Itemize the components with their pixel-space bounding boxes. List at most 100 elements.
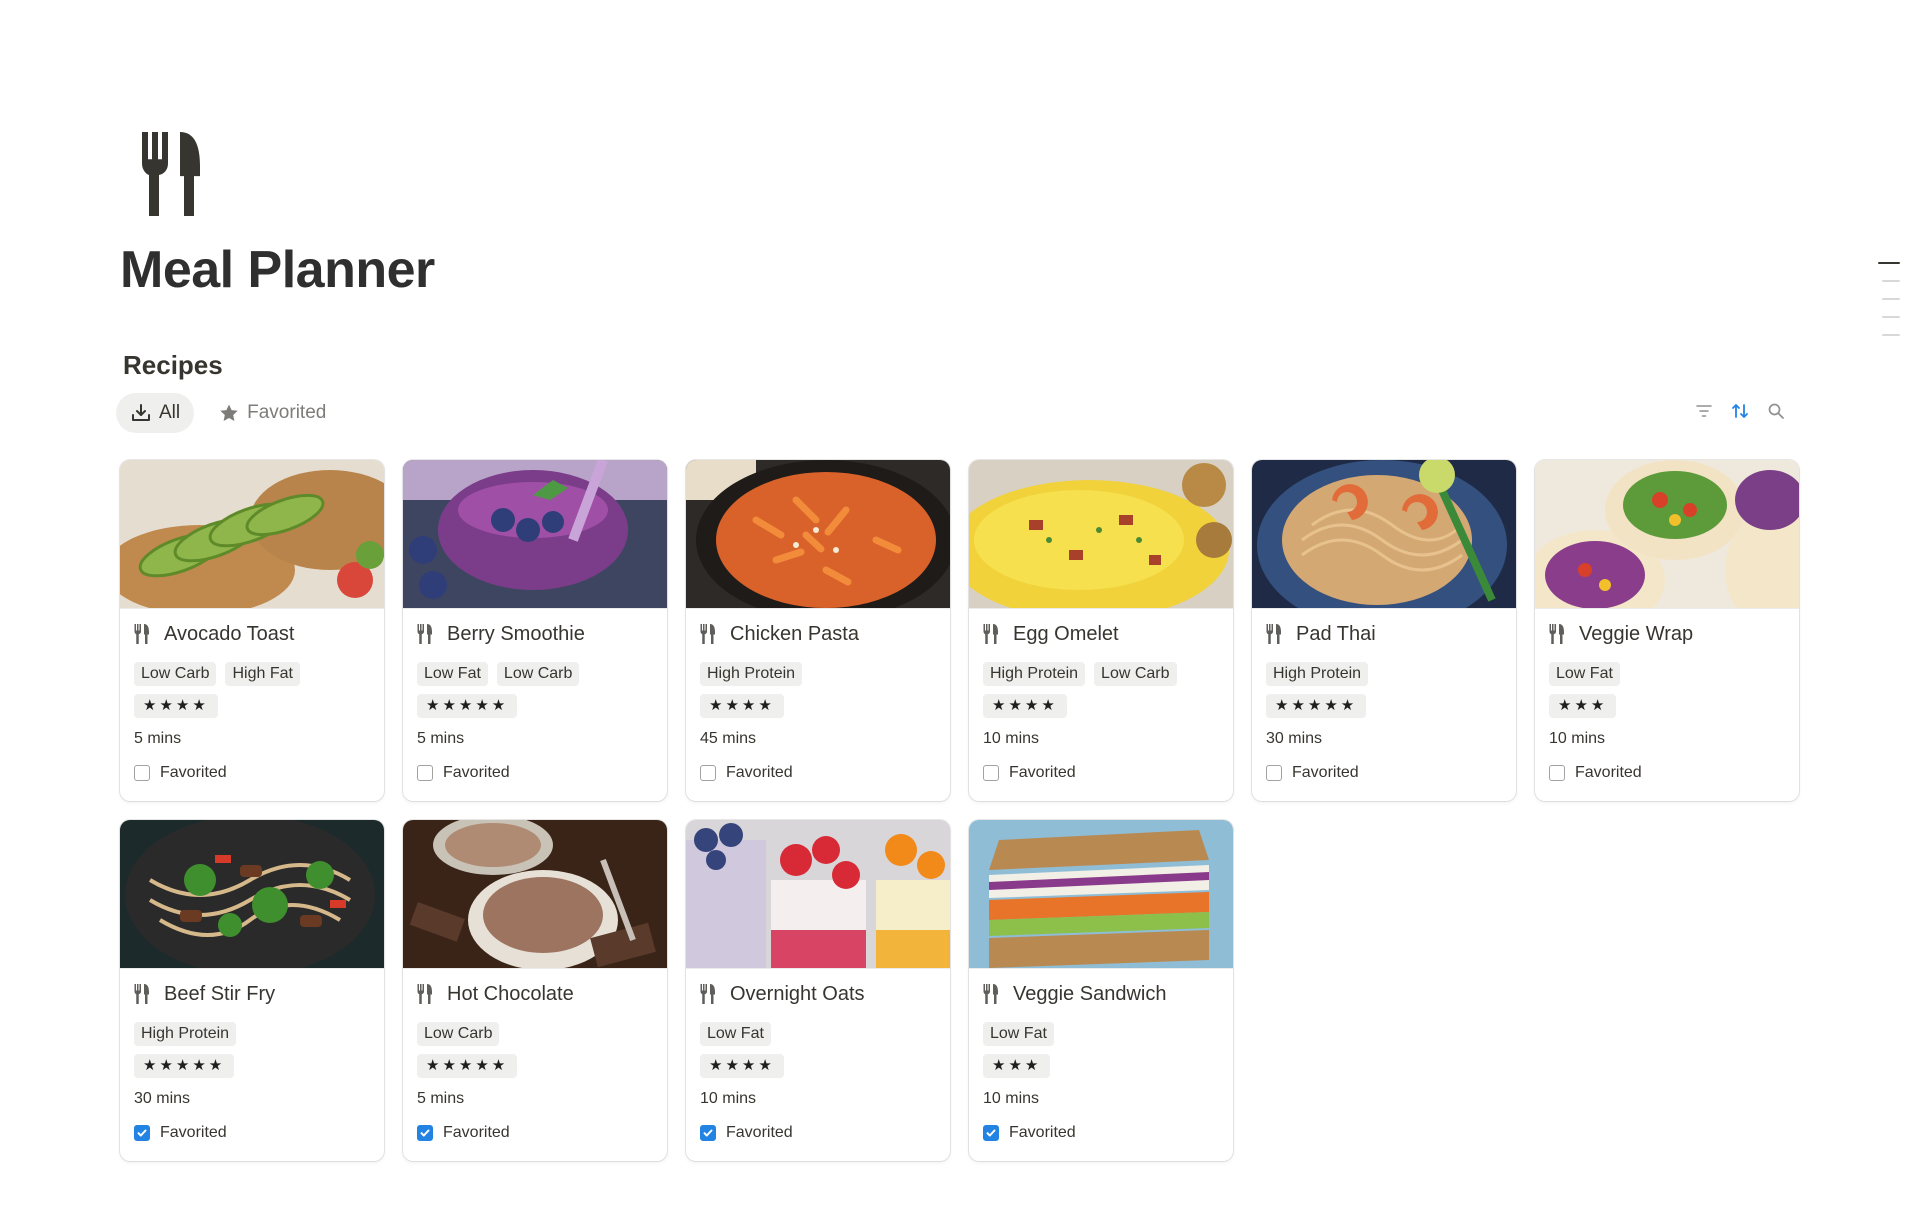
- recipe-card[interactable]: Berry Smoothie Low Fat Low Carb ★★★★★ 5 m…: [403, 460, 667, 801]
- recipe-card[interactable]: Overnight Oats Low Fat ★★★★ 10 mins Favo…: [686, 820, 950, 1161]
- recipe-title[interactable]: Overnight Oats: [700, 969, 936, 1019]
- recipe-cover-image: [403, 820, 667, 969]
- recipe-cover-image: [686, 460, 950, 609]
- favorited-label: Favorited: [726, 1124, 793, 1141]
- diet-tags: High Protein: [700, 659, 936, 689]
- fork-knife-icon: [1266, 624, 1282, 644]
- rating: ★★★★★: [417, 1049, 653, 1083]
- favorited-checkbox[interactable]: [417, 1125, 433, 1141]
- recipe-card[interactable]: Veggie Wrap Low Fat ★★★ 10 mins Favorite…: [1535, 460, 1799, 801]
- favorited-checkbox[interactable]: [700, 1125, 716, 1141]
- fork-knife-icon: [700, 624, 716, 644]
- prep-time: 10 mins: [983, 1090, 1040, 1107]
- favorited-checkbox[interactable]: [134, 1125, 150, 1141]
- tag-pill: Low Fat: [700, 1022, 771, 1046]
- recipe-gallery: Avocado Toast Low Carb High Fat ★★★★ 5 mi…: [120, 460, 1799, 1161]
- rating: ★★★★★: [417, 689, 653, 723]
- diet-tags: Low Carb: [417, 1019, 653, 1049]
- tab-all-label: All: [159, 402, 181, 423]
- rating-stars: ★★★★★: [134, 1054, 235, 1078]
- recipe-title[interactable]: Berry Smoothie: [417, 609, 653, 659]
- favorited-checkbox[interactable]: [700, 765, 716, 781]
- rating: ★★★★: [700, 689, 936, 723]
- recipe-title[interactable]: Veggie Sandwich: [983, 969, 1219, 1019]
- recipe-name: Veggie Sandwich: [1013, 982, 1167, 1005]
- table-of-contents-outline[interactable]: [1878, 262, 1902, 352]
- fork-knife-icon: [134, 624, 150, 644]
- prep-time: 5 mins: [417, 730, 465, 747]
- page-title: Meal Planner: [120, 241, 435, 299]
- rating: ★★★: [1549, 689, 1785, 723]
- recipe-card[interactable]: Veggie Sandwich Low Fat ★★★ 10 mins Favo…: [969, 820, 1233, 1161]
- recipe-name: Pad Thai: [1296, 622, 1376, 645]
- diet-tags: Low Fat: [983, 1019, 1219, 1049]
- favorited-checkbox[interactable]: [1549, 765, 1565, 781]
- rating-stars: ★★★★: [134, 694, 218, 718]
- recipe-cover-image: [969, 820, 1233, 969]
- recipe-cover-image: [1252, 460, 1516, 609]
- prep-time: 5 mins: [417, 1090, 465, 1107]
- fork-knife-icon: [983, 624, 999, 644]
- favorited-checkbox[interactable]: [417, 765, 433, 781]
- view-toolbar: [1695, 402, 1785, 420]
- rating-stars: ★★★: [983, 1054, 1051, 1078]
- recipe-title[interactable]: Avocado Toast: [134, 609, 370, 659]
- tag-pill: High Protein: [700, 662, 803, 686]
- prep-time: 30 mins: [1266, 730, 1323, 747]
- recipe-title[interactable]: Beef Stir Fry: [134, 969, 370, 1019]
- favorited-label: Favorited: [1009, 1124, 1076, 1141]
- fork-knife-icon: [1549, 624, 1565, 644]
- tag-pill: High Protein: [1266, 662, 1369, 686]
- fork-knife-icon: [700, 984, 716, 1004]
- sort-icon[interactable]: [1731, 402, 1749, 420]
- favorited-label: Favorited: [1292, 764, 1359, 781]
- tag-pill: Low Carb: [134, 662, 217, 686]
- recipe-title[interactable]: Pad Thai: [1266, 609, 1502, 659]
- diet-tags: High Protein Low Carb: [983, 659, 1219, 689]
- recipe-title[interactable]: Veggie Wrap: [1549, 609, 1785, 659]
- recipe-cover-image: [1535, 460, 1799, 609]
- diet-tags: Low Fat Low Carb: [417, 659, 653, 689]
- prep-time: 30 mins: [134, 1090, 191, 1107]
- recipe-card[interactable]: Egg Omelet High Protein Low Carb ★★★★ 10 …: [969, 460, 1233, 801]
- tag-pill: High Protein: [983, 662, 1086, 686]
- recipe-cover-image: [686, 820, 950, 969]
- recipe-cover-image: [403, 460, 667, 609]
- tab-favorited[interactable]: Favorited: [204, 393, 340, 433]
- recipe-name: Berry Smoothie: [447, 622, 585, 645]
- search-icon[interactable]: [1767, 402, 1785, 420]
- prep-time: 10 mins: [1549, 730, 1606, 747]
- tag-pill: Low Fat: [417, 662, 488, 686]
- recipe-title[interactable]: Egg Omelet: [983, 609, 1219, 659]
- recipe-card[interactable]: Chicken Pasta High Protein ★★★★ 45 mins …: [686, 460, 950, 801]
- recipe-card[interactable]: Avocado Toast Low Carb High Fat ★★★★ 5 mi…: [120, 460, 384, 801]
- recipe-title[interactable]: Chicken Pasta: [700, 609, 936, 659]
- fork-knife-icon: [140, 132, 204, 216]
- recipe-name: Hot Chocolate: [447, 982, 574, 1005]
- diet-tags: Low Fat: [1549, 659, 1785, 689]
- recipe-card[interactable]: Pad Thai High Protein ★★★★★ 30 mins Favo…: [1252, 460, 1516, 801]
- favorited-checkbox[interactable]: [983, 765, 999, 781]
- favorited-property: Favorited: [1266, 755, 1502, 791]
- favorited-property: Favorited: [417, 1115, 653, 1151]
- recipe-name: Overnight Oats: [730, 982, 865, 1005]
- tag-pill: Low Carb: [1094, 662, 1177, 686]
- diet-tags: High Protein: [1266, 659, 1502, 689]
- favorited-label: Favorited: [726, 764, 793, 781]
- favorited-property: Favorited: [134, 755, 370, 791]
- recipe-name: Beef Stir Fry: [164, 982, 276, 1005]
- favorited-checkbox[interactable]: [1266, 765, 1282, 781]
- favorited-label: Favorited: [443, 1124, 510, 1141]
- tab-all[interactable]: All: [116, 393, 195, 433]
- favorited-checkbox[interactable]: [134, 765, 150, 781]
- recipe-cover-image: [120, 460, 384, 609]
- filter-icon[interactable]: [1695, 402, 1713, 420]
- download-icon: [132, 404, 150, 421]
- recipe-name: Egg Omelet: [1013, 622, 1119, 645]
- recipe-card[interactable]: Hot Chocolate Low Carb ★★★★★ 5 mins Favo…: [403, 820, 667, 1161]
- recipe-title[interactable]: Hot Chocolate: [417, 969, 653, 1019]
- diet-tags: Low Carb High Fat: [134, 659, 370, 689]
- favorited-checkbox[interactable]: [983, 1125, 999, 1141]
- recipe-card[interactable]: Beef Stir Fry High Protein ★★★★★ 30 mins…: [120, 820, 384, 1161]
- recipe-name: Chicken Pasta: [730, 622, 859, 645]
